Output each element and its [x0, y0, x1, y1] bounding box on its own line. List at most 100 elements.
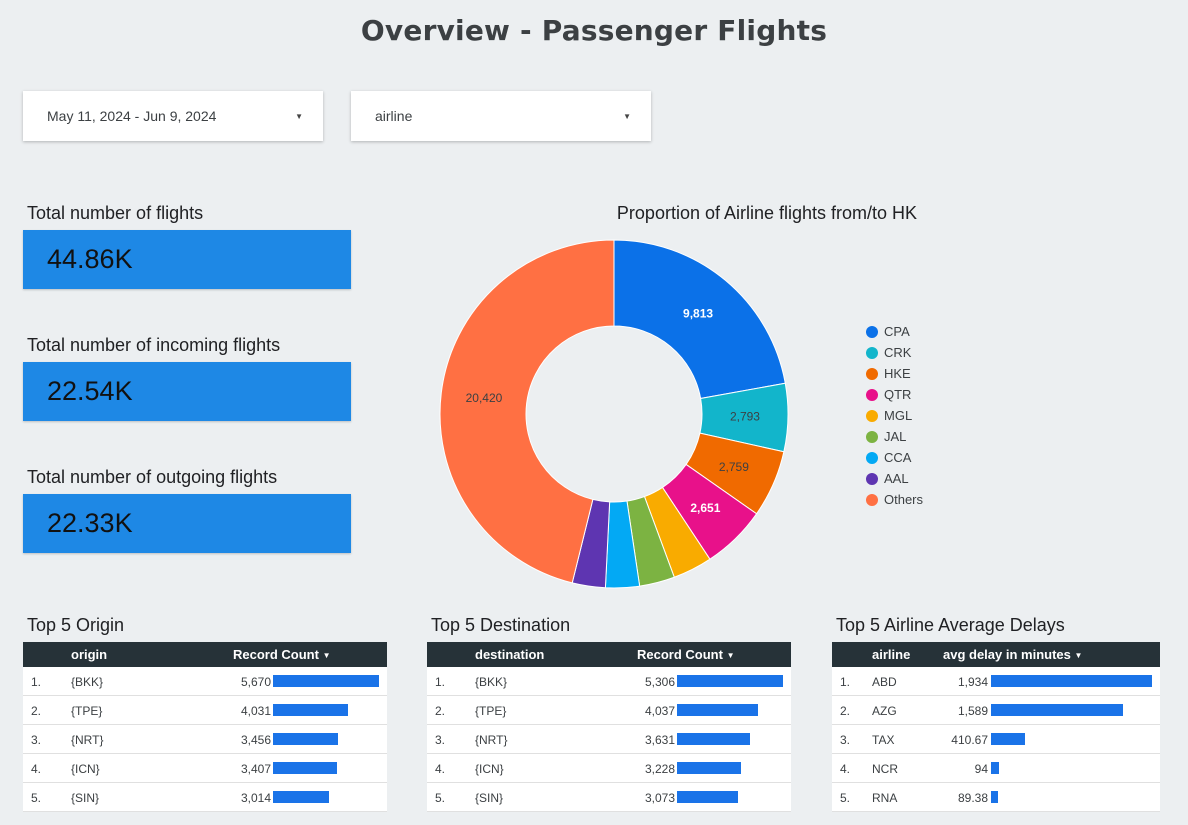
table-row[interactable]: 1. {BKK} 5,306 — [427, 667, 791, 696]
top-delays-table: airline avg delay in minutes ▼ 1. ABD 1,934 2… — [832, 642, 1160, 812]
row-value-bar — [273, 791, 329, 803]
sort-desc-icon[interactable]: ▼ — [1075, 651, 1083, 660]
legend-swatch — [866, 493, 878, 506]
row-index: 2. — [840, 704, 851, 718]
table-header: destination Record Count ▼ — [427, 642, 791, 667]
legend-item-aal[interactable]: AAL — [866, 468, 923, 489]
table-row[interactable]: 3. TAX 410.67 — [832, 725, 1160, 754]
legend-label: QTR — [884, 387, 912, 402]
donut-data-label-hke: 2,759 — [719, 460, 749, 474]
legend-item-mgl[interactable]: MGL — [866, 405, 923, 426]
row-metric-value: 89.38 — [957, 791, 988, 805]
donut-data-label-qtr: 2,651 — [690, 501, 720, 515]
row-value-bar — [991, 762, 999, 774]
row-index: 3. — [435, 733, 446, 747]
row-dimension-value: {NRT} — [71, 733, 104, 747]
legend-label: MGL — [884, 408, 913, 423]
table-header: airline avg delay in minutes ▼ — [832, 642, 1160, 667]
table-row[interactable]: 5. {SIN} 3,073 — [427, 783, 791, 812]
row-metric-value: 4,031 — [240, 704, 271, 718]
airline-filter-dropdown[interactable]: airline ▼ — [351, 91, 651, 141]
donut-chart-title: Proportion of Airline flights from/to HK — [616, 203, 918, 223]
legend-swatch — [866, 346, 878, 359]
row-metric-value: 3,631 — [644, 733, 675, 747]
sort-desc-icon[interactable]: ▼ — [323, 651, 331, 660]
table-row[interactable]: 1. {BKK} 5,670 — [23, 667, 387, 696]
kpi-value-total-flights: 44.86K — [47, 244, 133, 274]
airline-filter-value: airline — [375, 108, 413, 124]
table-row[interactable]: 3. {NRT} 3,456 — [23, 725, 387, 754]
table-row[interactable]: 2. {TPE} 4,031 — [23, 696, 387, 725]
row-metric-value: 5,306 — [644, 675, 675, 689]
row-metric-value: 3,014 — [240, 791, 271, 805]
row-index: 2. — [435, 704, 446, 718]
row-metric-value: 3,228 — [644, 762, 675, 776]
table-row[interactable]: 4. {ICN} 3,407 — [23, 754, 387, 783]
row-value-bar — [677, 733, 750, 745]
column-header-dimension[interactable]: airline — [872, 647, 910, 662]
row-metric-value: 4,037 — [644, 704, 675, 718]
row-dimension-value: {TPE} — [71, 704, 103, 718]
row-metric-value: 3,407 — [240, 762, 271, 776]
legend-item-cca[interactable]: CCA — [866, 447, 923, 468]
legend-label: HKE — [884, 366, 911, 381]
donut-data-label-cpa: 9,813 — [683, 307, 713, 321]
dropdown-caret-icon: ▼ — [623, 111, 631, 121]
row-value-bar — [273, 733, 338, 745]
legend-swatch — [866, 472, 878, 485]
row-metric-value: 3,456 — [240, 733, 271, 747]
kpi-card-incoming-flights: 22.54K — [23, 362, 351, 421]
row-dimension-value: {BKK} — [475, 675, 508, 689]
row-index: 1. — [840, 675, 851, 689]
row-dimension-value: {BKK} — [71, 675, 104, 689]
donut-data-label-others: 20,420 — [466, 391, 503, 405]
table-row[interactable]: 4. NCR 94 — [832, 754, 1160, 783]
row-dimension-value: {NRT} — [475, 733, 508, 747]
row-index: 5. — [840, 791, 851, 805]
row-dimension-value: RNA — [872, 791, 898, 805]
sort-desc-icon[interactable]: ▼ — [727, 651, 735, 660]
table-row[interactable]: 4. {ICN} 3,228 — [427, 754, 791, 783]
legend-item-hke[interactable]: HKE — [866, 363, 923, 384]
row-index: 5. — [435, 791, 446, 805]
legend-label: CPA — [884, 324, 910, 339]
column-header-metric[interactable]: avg delay in minutes ▼ — [943, 647, 1082, 662]
legend-item-others[interactable]: Others — [866, 489, 923, 510]
row-value-bar — [677, 675, 783, 687]
kpi-label-total-flights: Total number of flights — [27, 203, 204, 223]
donut-data-label-crk: 2,793 — [730, 410, 760, 424]
table-header: origin Record Count ▼ — [23, 642, 387, 667]
row-dimension-value: NCR — [872, 762, 898, 776]
row-dimension-value: {TPE} — [475, 704, 507, 718]
row-index: 5. — [31, 791, 42, 805]
legend-item-jal[interactable]: JAL — [866, 426, 923, 447]
kpi-card-total-flights: 44.86K — [23, 230, 351, 289]
legend-label: CCA — [884, 450, 912, 465]
table-row[interactable]: 5. RNA 89.38 — [832, 783, 1160, 812]
column-header-metric[interactable]: Record Count ▼ — [233, 647, 330, 662]
table-row[interactable]: 3. {NRT} 3,631 — [427, 725, 791, 754]
row-metric-value: 410.67 — [951, 733, 988, 747]
table-row[interactable]: 2. {TPE} 4,037 — [427, 696, 791, 725]
page-title: Overview - Passenger Flights — [360, 14, 828, 47]
table-row[interactable]: 2. AZG 1,589 — [832, 696, 1160, 725]
row-dimension-value: {ICN} — [475, 762, 504, 776]
legend-item-qtr[interactable]: QTR — [866, 384, 923, 405]
kpi-label-incoming-flights: Total number of incoming flights — [27, 335, 281, 355]
column-header-dimension[interactable]: origin — [71, 647, 107, 662]
date-range-picker[interactable]: May 11, 2024 - Jun 9, 2024 ▼ — [23, 91, 323, 141]
legend-swatch — [866, 451, 878, 464]
column-header-dimension[interactable]: destination — [475, 647, 544, 662]
legend-item-crk[interactable]: CRK — [866, 342, 923, 363]
row-value-bar — [991, 733, 1025, 745]
column-header-metric[interactable]: Record Count ▼ — [637, 647, 734, 662]
table-row[interactable]: 1. ABD 1,934 — [832, 667, 1160, 696]
table-row[interactable]: 5. {SIN} 3,014 — [23, 783, 387, 812]
row-index: 1. — [31, 675, 42, 689]
row-value-bar — [991, 791, 998, 803]
legend-item-cpa[interactable]: CPA — [866, 321, 923, 342]
row-value-bar — [991, 704, 1123, 716]
legend-swatch — [866, 388, 878, 401]
kpi-value-incoming-flights: 22.54K — [47, 376, 133, 406]
chart-legend: CPA CRK HKE QTR MGL JAL CCA AAL Others — [866, 321, 923, 510]
